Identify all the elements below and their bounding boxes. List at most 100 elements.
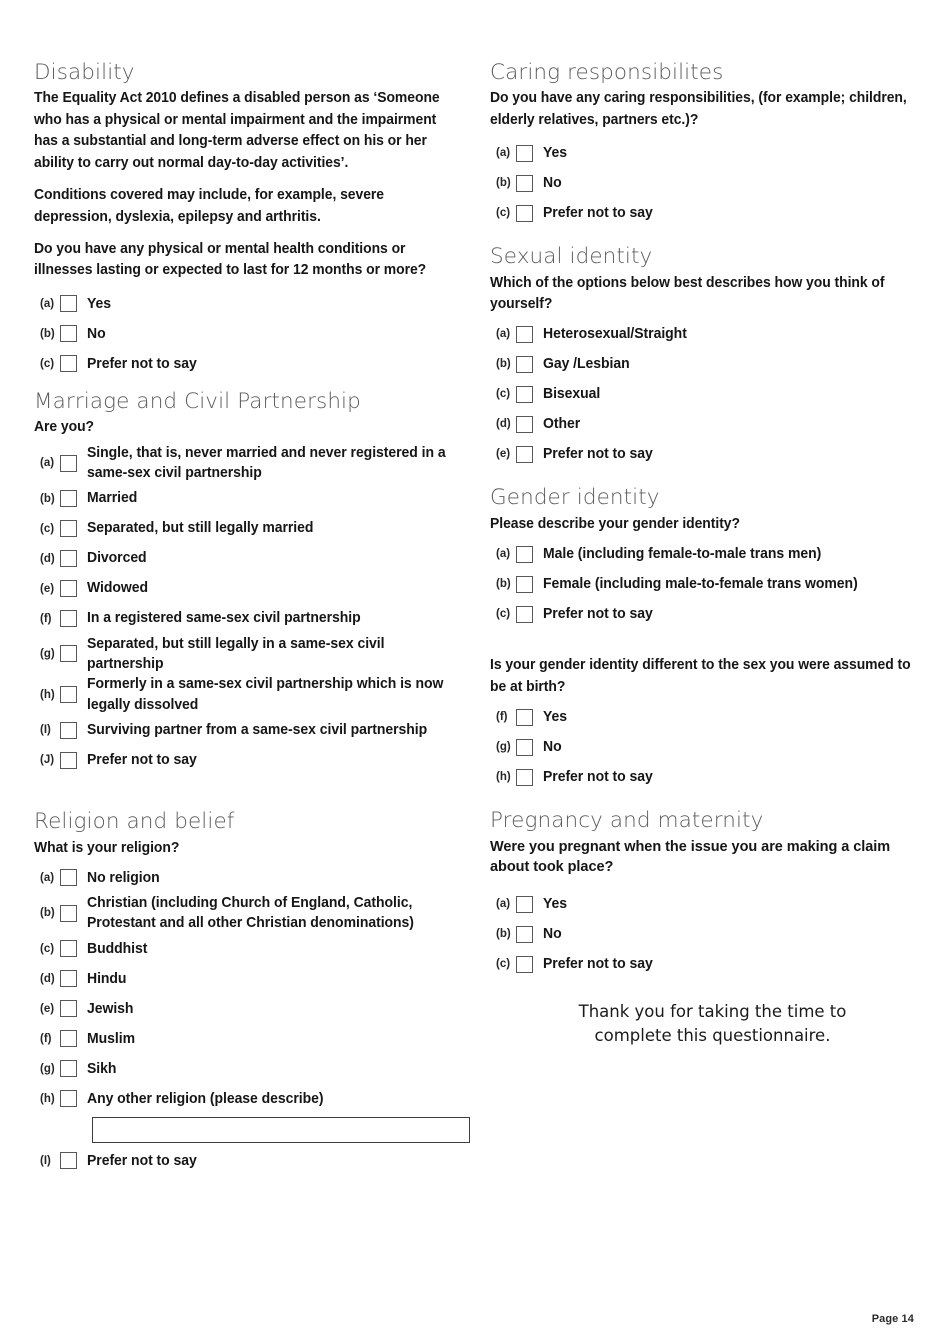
- checkbox-icon[interactable]: [516, 355, 533, 373]
- option-row[interactable]: (c) Prefer not to say: [490, 949, 935, 979]
- option-row[interactable]: (c) Prefer not to say: [490, 198, 935, 228]
- option-row[interactable]: (h) Any other religion (please describe): [34, 1084, 474, 1114]
- checkbox-icon[interactable]: [60, 869, 77, 887]
- option-row[interactable]: (g) Separated, but still legally in a sa…: [34, 634, 474, 675]
- option-row[interactable]: (a) Yes: [490, 138, 935, 168]
- option-row[interactable]: (I) Prefer not to say: [34, 1146, 474, 1176]
- option-row[interactable]: (e) Prefer not to say: [490, 439, 935, 469]
- option-letter: (f): [40, 612, 52, 625]
- section-disability: Disability The Equality Act 2010 defines…: [34, 60, 474, 379]
- option-row[interactable]: (c) Bisexual: [490, 379, 935, 409]
- checkbox-icon[interactable]: [516, 174, 533, 192]
- checkbox-icon[interactable]: [60, 686, 77, 704]
- option-row[interactable]: (g) No: [490, 732, 935, 762]
- checkbox-icon[interactable]: [60, 904, 77, 922]
- option-row[interactable]: (d) Hindu: [34, 964, 474, 994]
- option-row[interactable]: (a) Heterosexual/Straight: [490, 319, 935, 349]
- questionnaire-page: Disability The Equality Act 2010 defines…: [0, 0, 950, 1343]
- option-row[interactable]: (b) Married: [34, 484, 474, 514]
- pregnancy-options: (a) Yes (b) No (c) Prefer not to say: [490, 889, 935, 979]
- checkbox-icon[interactable]: [60, 490, 77, 507]
- checkbox-icon[interactable]: [516, 575, 533, 593]
- other-religion-input[interactable]: [92, 1116, 470, 1143]
- option-letter: (a): [496, 548, 511, 561]
- option-row[interactable]: (a) Yes: [34, 289, 474, 319]
- option-row[interactable]: (J) Prefer not to say: [34, 745, 474, 775]
- checkbox-icon[interactable]: [516, 738, 533, 756]
- checkbox-icon[interactable]: [60, 1000, 77, 1018]
- option-label: Jewish: [87, 1000, 134, 1017]
- option-row[interactable]: (b) Christian (including Church of Engla…: [34, 893, 474, 934]
- checkbox-icon[interactable]: [60, 295, 77, 313]
- checkbox-icon[interactable]: [516, 768, 533, 786]
- option-letter: (a): [496, 147, 511, 160]
- option-label: Christian (including Church of England, …: [87, 894, 414, 932]
- option-label: Prefer not to say: [543, 205, 653, 222]
- checkbox-icon[interactable]: [516, 415, 533, 433]
- checkbox-icon[interactable]: [60, 751, 77, 769]
- checkbox-icon[interactable]: [60, 970, 77, 988]
- option-label: No: [543, 175, 562, 192]
- option-letter: (f): [496, 711, 508, 724]
- checkbox-icon[interactable]: [516, 605, 533, 623]
- option-row[interactable]: (d) Divorced: [34, 544, 474, 574]
- option-label: Buddhist: [87, 940, 148, 957]
- checkbox-icon[interactable]: [516, 144, 533, 162]
- checkbox-icon[interactable]: [60, 1030, 77, 1048]
- option-row[interactable]: (a) Yes: [490, 889, 935, 919]
- checkbox-icon[interactable]: [516, 925, 533, 943]
- option-row[interactable]: (f) In a registered same-sex civil partn…: [34, 604, 474, 634]
- option-row[interactable]: (a) Male (including female-to-male trans…: [490, 539, 935, 569]
- checkbox-icon[interactable]: [60, 454, 77, 472]
- option-letter: (c): [40, 942, 55, 955]
- option-row[interactable]: (a) Single, that is, never married and n…: [34, 443, 474, 484]
- option-label: Yes: [87, 295, 112, 312]
- option-label: Single, that is, never married and never…: [87, 444, 446, 482]
- option-row[interactable]: (b) No: [490, 168, 935, 198]
- checkbox-icon[interactable]: [516, 895, 533, 913]
- checkbox-icon[interactable]: [60, 580, 77, 597]
- option-row[interactable]: (b) Female (including male-to-female tra…: [490, 569, 935, 599]
- option-row[interactable]: (I) Surviving partner from a same-sex ci…: [34, 715, 474, 745]
- checkbox-icon[interactable]: [516, 204, 533, 222]
- checkbox-icon[interactable]: [60, 1060, 77, 1078]
- option-row[interactable]: (g) Sikh: [34, 1054, 474, 1084]
- option-letter: (c): [40, 357, 55, 370]
- section-gender-identity: Gender identity Please describe your gen…: [490, 485, 935, 792]
- option-row[interactable]: (b) No: [34, 319, 474, 349]
- checkbox-icon[interactable]: [60, 721, 77, 739]
- checkbox-icon[interactable]: [60, 1090, 77, 1108]
- option-row[interactable]: (c) Prefer not to say: [490, 599, 935, 629]
- option-row[interactable]: (d) Other: [490, 409, 935, 439]
- checkbox-icon[interactable]: [516, 325, 533, 343]
- option-letter: (b): [40, 907, 55, 920]
- checkbox-icon[interactable]: [60, 325, 77, 343]
- checkbox-icon[interactable]: [516, 708, 533, 726]
- option-row[interactable]: (a) No religion: [34, 863, 474, 893]
- option-label: No: [543, 738, 562, 755]
- checkbox-icon[interactable]: [60, 355, 77, 373]
- checkbox-icon[interactable]: [516, 955, 533, 973]
- option-row[interactable]: (f) Yes: [490, 702, 935, 732]
- option-letter: (c): [496, 958, 511, 971]
- checkbox-icon[interactable]: [60, 940, 77, 958]
- option-row[interactable]: (f) Muslim: [34, 1024, 474, 1054]
- option-row[interactable]: (c) Prefer not to say: [34, 349, 474, 379]
- option-row[interactable]: (b) No: [490, 919, 935, 949]
- option-row[interactable]: (b) Gay /Lesbian: [490, 349, 935, 379]
- checkbox-icon[interactable]: [60, 520, 77, 537]
- checkbox-icon[interactable]: [60, 610, 77, 627]
- option-row[interactable]: (e) Jewish: [34, 994, 474, 1024]
- option-row[interactable]: (c) Separated, but still legally married: [34, 514, 474, 544]
- checkbox-icon[interactable]: [516, 385, 533, 403]
- option-row[interactable]: (h) Formerly in a same-sex civil partner…: [34, 674, 474, 715]
- gender-identity-question: Please describe your gender identity?: [490, 515, 740, 532]
- option-row[interactable]: (c) Buddhist: [34, 934, 474, 964]
- option-row[interactable]: (h) Prefer not to say: [490, 762, 935, 792]
- checkbox-icon[interactable]: [60, 645, 77, 663]
- checkbox-icon[interactable]: [516, 545, 533, 563]
- option-row[interactable]: (e) Widowed: [34, 574, 474, 604]
- checkbox-icon[interactable]: [60, 550, 77, 567]
- checkbox-icon[interactable]: [60, 1152, 77, 1170]
- checkbox-icon[interactable]: [516, 445, 533, 463]
